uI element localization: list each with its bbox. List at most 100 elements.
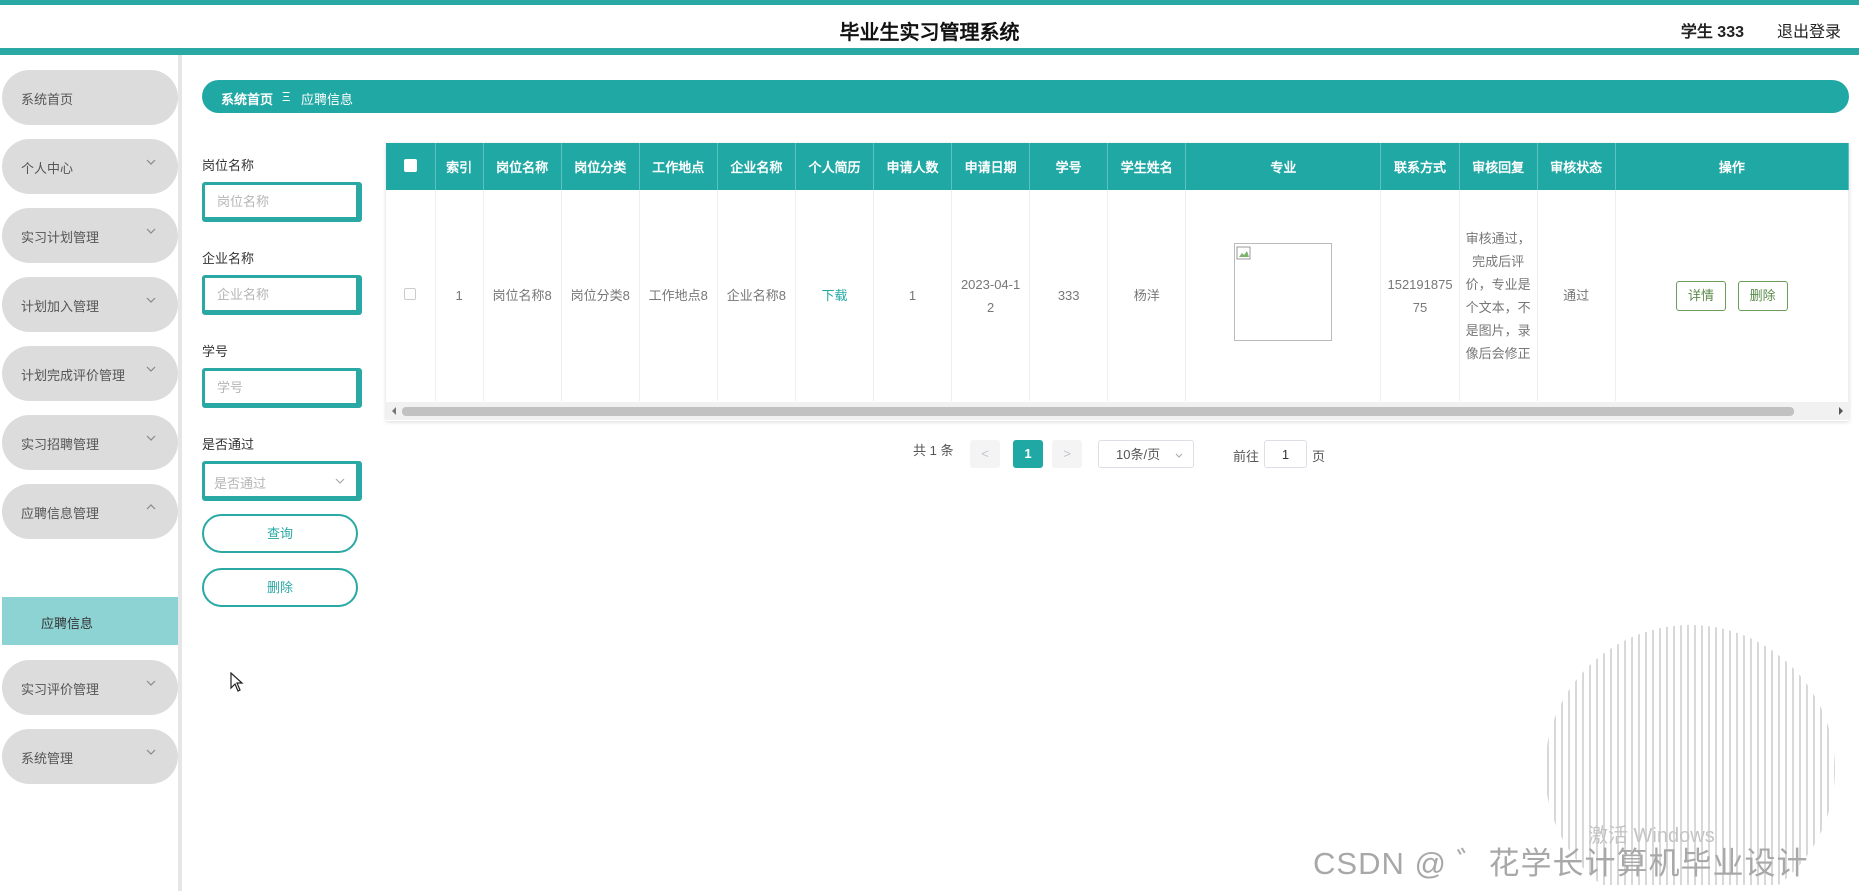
breadcrumb-home[interactable]: 系统首页	[221, 89, 273, 108]
column-header: 操作	[1615, 143, 1849, 190]
prev-page-button[interactable]: <	[970, 440, 1000, 468]
pass-status-label: 是否通过	[202, 437, 255, 452]
sidebar-item-label: 实习招聘管理	[21, 437, 100, 452]
select-all-checkbox[interactable]	[403, 158, 417, 172]
student-no-label: 学号	[202, 344, 229, 359]
chevron-up-icon	[146, 504, 156, 510]
column-header: 个人简历	[795, 143, 874, 190]
sidebar-item-plan-join[interactable]: 计划加入管理	[2, 277, 178, 332]
sidebar-item-internship-plan[interactable]: 实习计划管理	[2, 208, 178, 263]
page-size-value: 10条/页	[1116, 447, 1161, 462]
detail-button[interactable]: 详情	[1676, 280, 1727, 311]
cell-resume: 下载	[795, 190, 874, 401]
column-header: 索引	[435, 143, 484, 190]
chevron-down-icon	[335, 478, 345, 484]
sidebar-item-label: 应聘信息管理	[21, 506, 100, 521]
company-name-input[interactable]	[202, 275, 362, 315]
sidebar-item-evaluation[interactable]: 实习评价管理	[2, 660, 178, 715]
column-header: 专业	[1185, 143, 1382, 190]
chevron-down-icon	[146, 435, 156, 441]
broken-image-icon	[1236, 246, 1251, 260]
column-header: 岗位分类	[561, 143, 640, 190]
app-title: 毕业生实习管理系统	[839, 22, 1020, 44]
table-row: 1 岗位名称8 岗位分类8 工作地点8 企业名称8 下载 1 2023-04-1…	[386, 190, 1849, 401]
sidebar-item-label: 计划完成评价管理	[21, 368, 126, 383]
column-header: 申请日期	[951, 143, 1031, 190]
sidebar-item-personal-center[interactable]: 个人中心	[2, 139, 178, 194]
sidebar-item-label: 计划加入管理	[21, 299, 100, 314]
sidebar-item-label: 实习计划管理	[21, 230, 100, 245]
csdn-watermark: CSDN @ ゛花学长计算机毕业设计	[1313, 846, 1809, 881]
row-select-cell	[386, 190, 436, 401]
next-page-button[interactable]: >	[1052, 440, 1082, 468]
chevron-down-icon	[146, 297, 156, 303]
cell-work-location: 工作地点8	[639, 190, 718, 401]
sidebar-item-system[interactable]: 系统管理	[2, 729, 178, 784]
goto-page-input[interactable]: 1	[1264, 440, 1307, 468]
cell-student-name: 杨洋	[1107, 190, 1187, 401]
cell-major	[1185, 190, 1382, 401]
sidebar-item-plan-evaluation[interactable]: 计划完成评价管理	[2, 346, 178, 401]
column-header: 审核回复	[1459, 143, 1538, 190]
column-header: 审核状态	[1537, 143, 1616, 190]
post-name-input[interactable]	[202, 182, 362, 222]
page-size-select[interactable]: 10条/页	[1098, 440, 1194, 468]
horizontal-scrollbar[interactable]	[386, 402, 1849, 420]
cell-post-category: 岗位分类8	[561, 190, 640, 401]
company-name-label: 企业名称	[202, 251, 255, 266]
page-1-button[interactable]: 1	[1013, 440, 1043, 468]
major-image	[1234, 243, 1333, 341]
table-header-row: 索引 岗位名称 岗位分类 工作地点 企业名称 个人简历 申请人数 申请日期 学号…	[386, 143, 1849, 190]
scrollbar-thumb[interactable]	[402, 407, 1794, 416]
breadcrumb-separator: Ξ	[282, 89, 291, 104]
pass-status-select[interactable]: 是否通过	[202, 461, 362, 501]
pass-status-placeholder: 是否通过	[214, 476, 267, 491]
sidebar-item-application[interactable]: 应聘信息管理	[2, 484, 178, 539]
batch-delete-button[interactable]: 删除	[202, 568, 358, 607]
query-button[interactable]: 查询	[202, 514, 358, 553]
cell-review-reply: 审核通过，完成后评价，专业是个文本，不是图片，录像后会修正	[1459, 190, 1538, 401]
column-header: 联系方式	[1380, 143, 1460, 190]
column-header: 工作地点	[639, 143, 718, 190]
cell-apply-date: 2023-04-12	[951, 190, 1031, 401]
student-no-input[interactable]	[202, 368, 362, 408]
pagination-total: 共 1 条	[913, 443, 954, 458]
top-bar: 毕业生实习管理系统 学生 333 退出登录	[0, 0, 1859, 55]
cell-index: 1	[435, 190, 484, 401]
post-name-label: 岗位名称	[202, 158, 255, 173]
sidebar-item-label: 系统管理	[21, 751, 74, 766]
sidebar-subitem-label: 应聘信息	[41, 616, 94, 631]
cell-actions: 详情 删除	[1615, 190, 1849, 401]
chevron-down-icon	[146, 228, 156, 234]
column-header: 学生姓名	[1107, 143, 1187, 190]
mouse-cursor-icon	[230, 672, 244, 692]
chevron-down-icon	[146, 366, 156, 372]
chevron-down-icon	[146, 749, 156, 755]
resume-download-link[interactable]: 下载	[821, 288, 847, 303]
scroll-right-icon[interactable]	[1837, 407, 1845, 415]
page-unit-label: 页	[1312, 449, 1326, 464]
column-header: 企业名称	[717, 143, 796, 190]
sidebar-item-label: 个人中心	[21, 161, 74, 176]
chevron-down-icon	[146, 159, 156, 165]
breadcrumb-current: 应聘信息	[301, 92, 354, 107]
cell-company-name: 企业名称8	[717, 190, 796, 401]
delete-button[interactable]: 删除	[1737, 280, 1788, 311]
sidebar-subitem-application-info[interactable]: 应聘信息	[2, 597, 178, 645]
cell-applicants: 1	[873, 190, 953, 401]
sidebar: 系统首页 个人中心 实习计划管理 计划加入管理 计划完成评价管理 实习招聘管理 …	[0, 55, 182, 891]
sidebar-item-label: 系统首页	[21, 92, 74, 107]
current-user: 学生 333	[1680, 24, 1744, 41]
row-checkbox[interactable]	[404, 288, 417, 300]
sidebar-item-label: 实习评价管理	[21, 682, 100, 697]
cell-student-no: 333	[1029, 190, 1109, 401]
goto-label: 前往	[1233, 449, 1260, 464]
chevron-down-icon	[1175, 453, 1183, 458]
application-table: 索引 岗位名称 岗位分类 工作地点 企业名称 个人简历 申请人数 申请日期 学号…	[386, 143, 1849, 421]
sidebar-item-recruitment[interactable]: 实习招聘管理	[2, 415, 178, 470]
cell-review-status: 通过	[1537, 190, 1616, 401]
cell-post-name: 岗位名称8	[483, 190, 562, 401]
scroll-left-icon[interactable]	[390, 407, 398, 415]
sidebar-item-home[interactable]: 系统首页	[2, 70, 178, 125]
logout-link[interactable]: 退出登录	[1777, 18, 1841, 42]
